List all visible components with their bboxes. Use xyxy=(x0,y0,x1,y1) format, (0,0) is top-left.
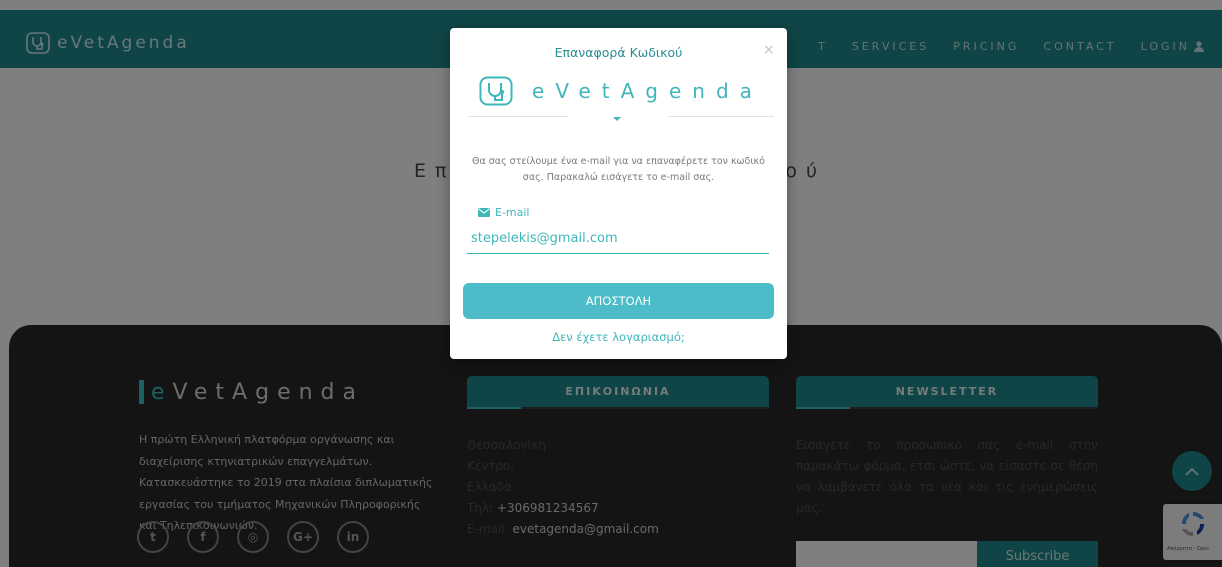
modal-description: Θα σας στείλουμε ένα e-mail για να επανα… xyxy=(472,156,765,183)
modal-divider-right xyxy=(668,116,774,117)
send-button[interactable]: ΑΠΟΣΤΟΛΗ xyxy=(463,283,774,319)
email-field-label: E-mail xyxy=(478,206,530,219)
modal-logo-e: e xyxy=(532,79,556,103)
modal-divider-left xyxy=(468,116,568,117)
modal-logo-name: eVetAgenda xyxy=(532,79,763,103)
stethoscope-logo-icon xyxy=(479,76,513,106)
modal-title: Επαναφορά Κωδικού xyxy=(554,45,683,60)
caret-down-icon xyxy=(613,117,621,121)
close-icon[interactable]: × xyxy=(763,42,775,58)
envelope-icon xyxy=(478,208,490,217)
modal-logo-rest: VetAgenda xyxy=(555,79,763,103)
email-input[interactable] xyxy=(467,224,769,254)
no-account-link[interactable]: Δεν έχετε λογαριασμό; xyxy=(450,330,787,344)
email-label-text: E-mail xyxy=(495,206,530,219)
password-reset-modal: Επαναφορά Κωδικού × eVetAgenda Θα σας στ… xyxy=(450,28,787,359)
modal-logo: eVetAgenda xyxy=(479,74,763,108)
